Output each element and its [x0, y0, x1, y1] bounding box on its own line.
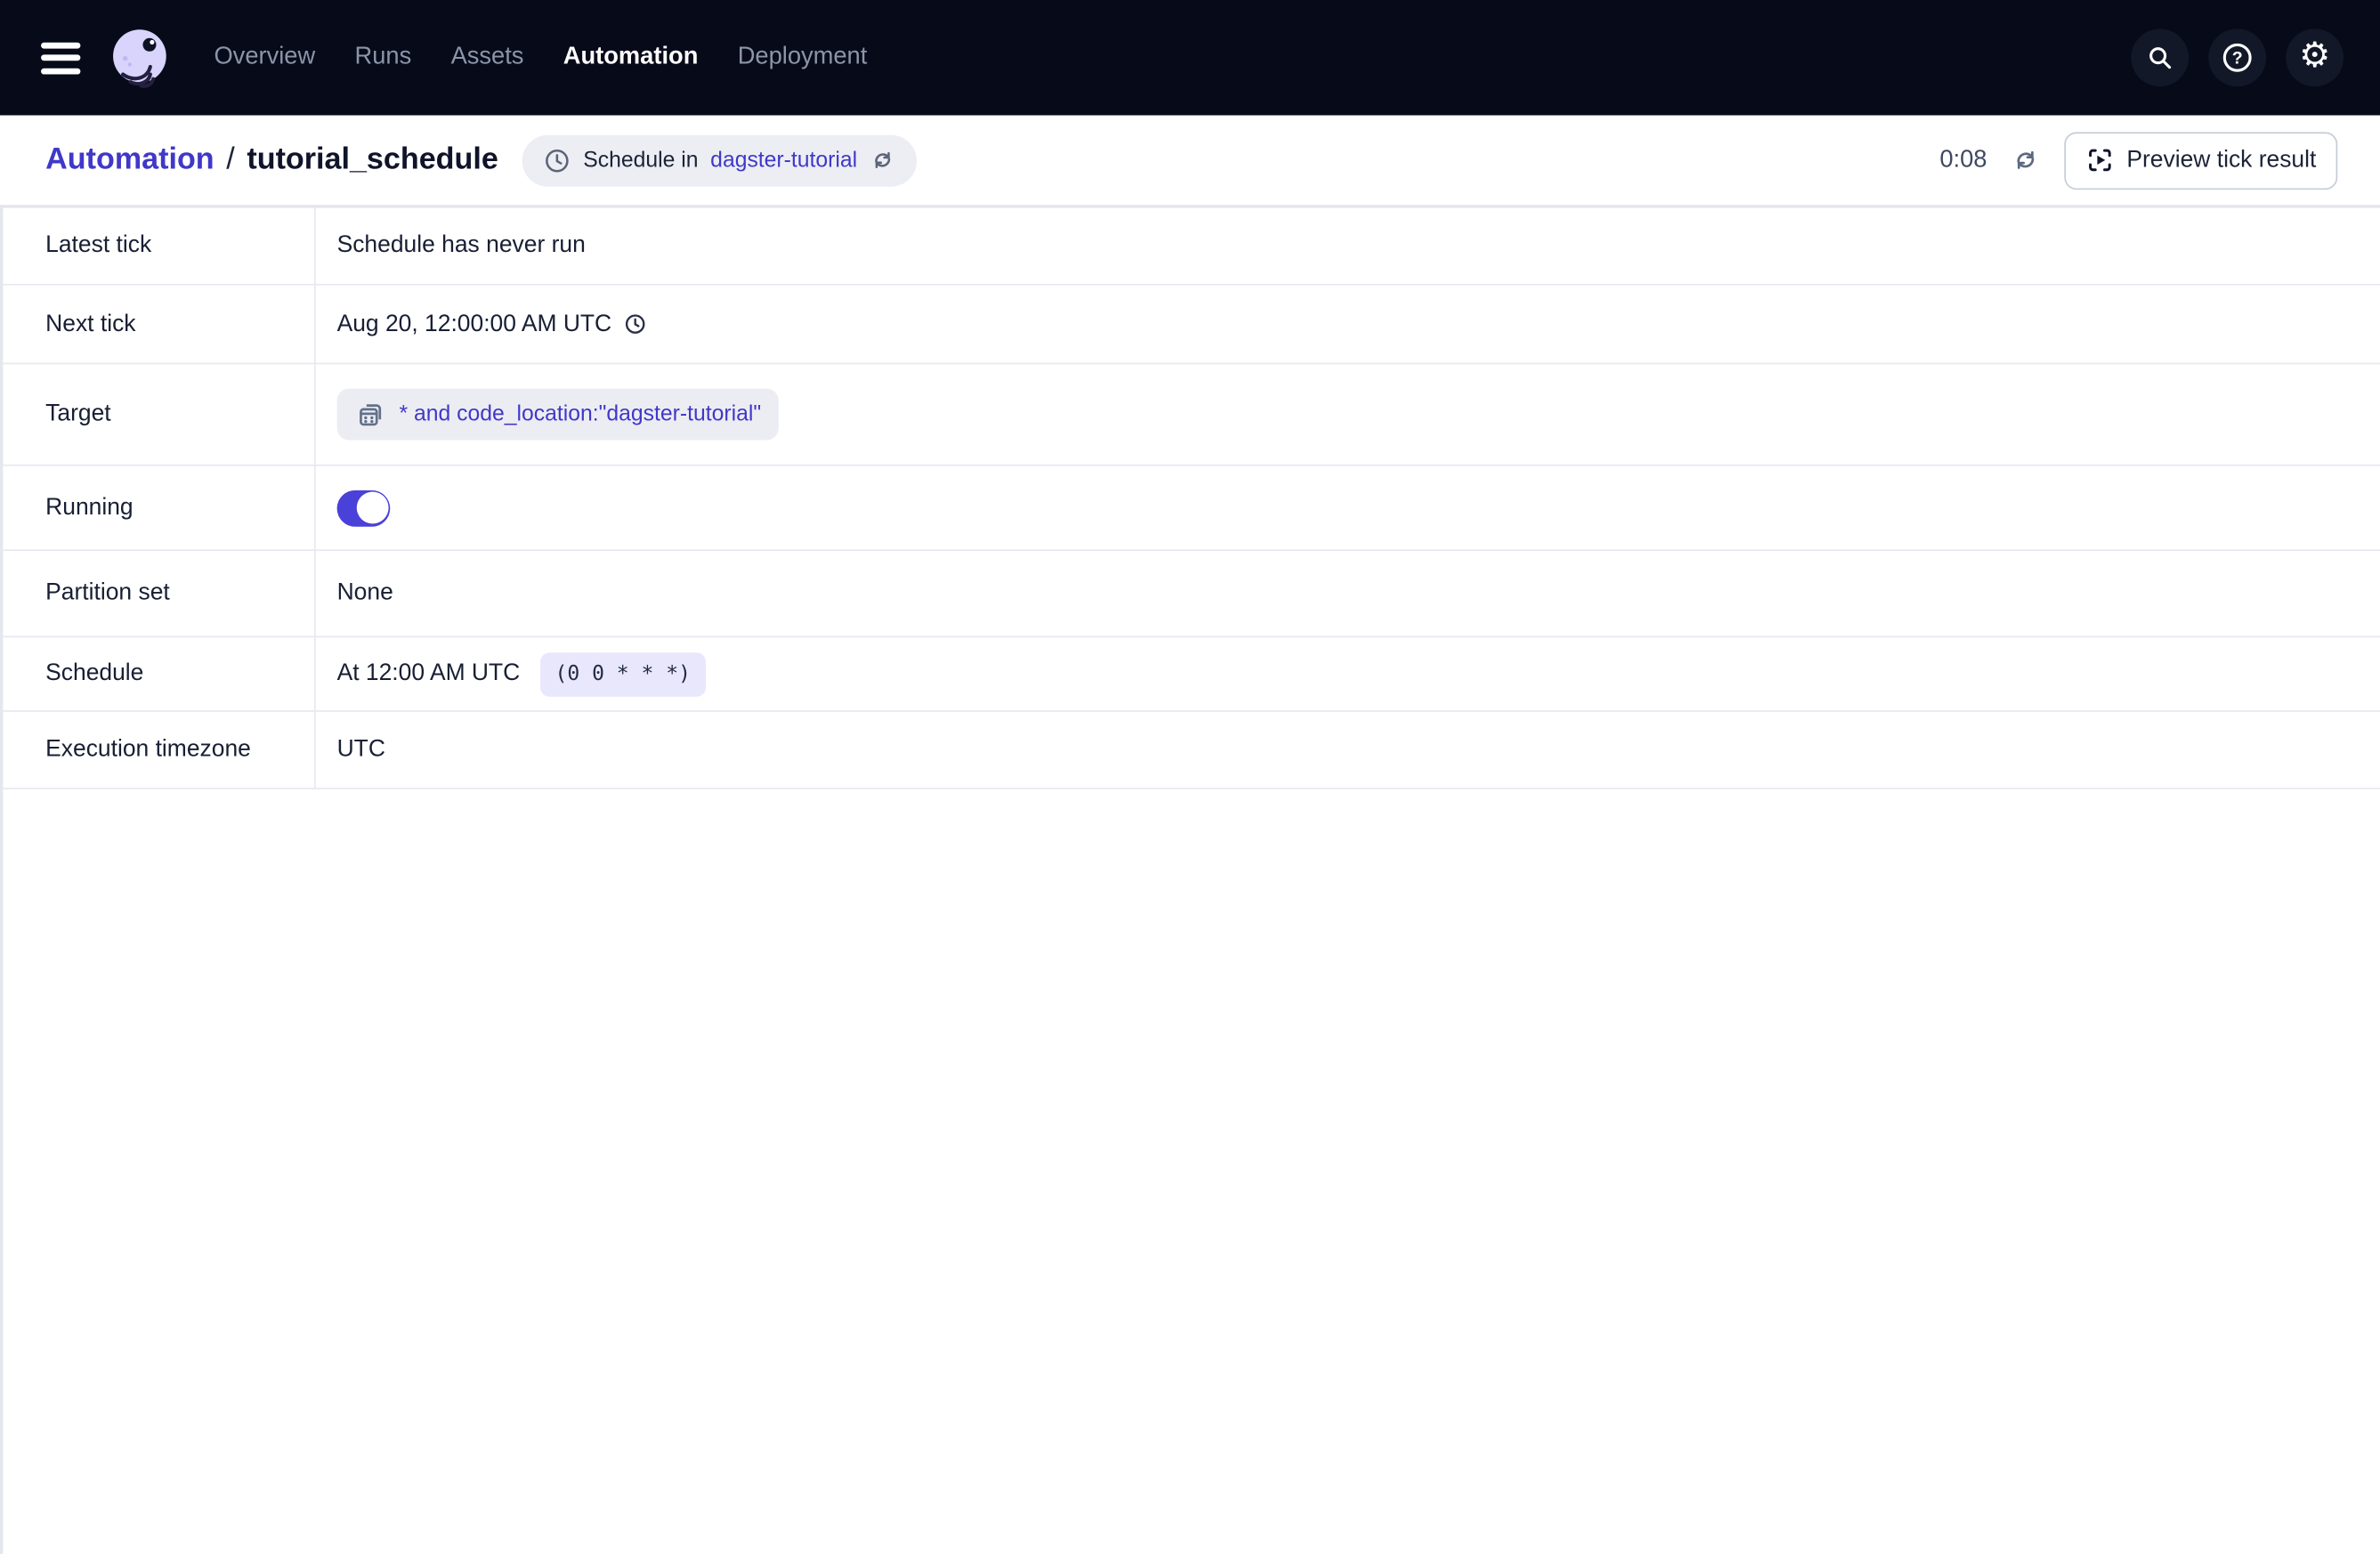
- target-label: Target: [3, 364, 315, 465]
- row-target: Target * and code_location:"dagster-tuto…: [3, 364, 2380, 465]
- cron-expression-badge: (0 0 * * *): [539, 652, 706, 695]
- svg-text:?: ?: [2232, 49, 2243, 69]
- breadcrumb-separator: /: [226, 142, 234, 177]
- asset-selection-icon: [355, 400, 385, 430]
- nav-item-automation[interactable]: Automation: [563, 44, 699, 71]
- next-tick-value: Aug 20, 12:00:00 AM UTC: [337, 311, 612, 338]
- gear-icon: ⚙: [2299, 39, 2330, 74]
- reload-location-icon[interactable]: [870, 147, 895, 173]
- nav-item-runs[interactable]: Runs: [355, 44, 412, 71]
- row-execution-timezone: Execution timezone UTC: [3, 712, 2380, 789]
- row-partition-set: Partition set None: [3, 551, 2380, 637]
- running-label: Running: [3, 466, 315, 550]
- page-header: Automation / tutorial_schedule Schedule …: [0, 116, 2380, 208]
- nav-item-overview[interactable]: Overview: [214, 44, 315, 71]
- nav-item-deployment[interactable]: Deployment: [738, 44, 868, 71]
- next-tick-label: Next tick: [3, 286, 315, 363]
- schedule-description: At 12:00 AM UTC: [337, 660, 521, 688]
- breadcrumb: Automation / tutorial_schedule: [45, 142, 498, 177]
- timestamp-clock-icon: [624, 312, 647, 336]
- row-schedule: Schedule At 12:00 AM UTC (0 0 * * *): [3, 637, 2380, 712]
- hamburger-menu-icon[interactable]: [41, 42, 80, 74]
- asset-selection-text: * and code_location:"dagster-tutorial": [400, 402, 762, 426]
- badge-text: Schedule in: [583, 148, 698, 172]
- running-toggle[interactable]: [337, 490, 391, 526]
- help-icon: ?: [2221, 41, 2255, 75]
- row-latest-tick: Latest tick Schedule has never run: [3, 208, 2380, 286]
- schedule-details: Latest tick Schedule has never run Next …: [0, 208, 2380, 1554]
- row-running: Running: [3, 466, 2380, 552]
- app-root: Overview Runs Assets Automation Deployme…: [0, 0, 2380, 1554]
- page-title: tutorial_schedule: [247, 142, 498, 177]
- refresh-icon: [2012, 146, 2040, 174]
- search-button[interactable]: [2131, 28, 2189, 86]
- partition-set-label: Partition set: [3, 551, 315, 636]
- breadcrumb-automation-link[interactable]: Automation: [45, 142, 214, 177]
- help-button[interactable]: ?: [2208, 28, 2266, 86]
- partition-set-value: None: [316, 551, 2380, 636]
- header-actions: 0:08: [1939, 132, 2337, 190]
- search-icon: [2145, 43, 2175, 73]
- settings-button[interactable]: ⚙: [2286, 28, 2344, 86]
- execution-timezone-value: UTC: [316, 712, 2380, 788]
- preview-icon: [2085, 146, 2114, 174]
- preview-button-label: Preview tick result: [2126, 147, 2316, 174]
- execution-timezone-label: Execution timezone: [3, 712, 315, 788]
- dagster-logo[interactable]: [106, 24, 173, 91]
- refresh-countdown: 0:08: [1939, 147, 1987, 174]
- latest-tick-label: Latest tick: [3, 208, 315, 284]
- code-location-link[interactable]: dagster-tutorial: [710, 148, 857, 172]
- nav-item-assets[interactable]: Assets: [451, 44, 524, 71]
- toggle-knob: [356, 492, 388, 524]
- clock-icon: [544, 147, 571, 174]
- latest-tick-value: Schedule has never run: [316, 208, 2380, 284]
- top-navbar: Overview Runs Assets Automation Deployme…: [0, 0, 2380, 116]
- schedule-context-badge: Schedule in dagster-tutorial: [522, 134, 917, 186]
- schedule-label: Schedule: [3, 637, 315, 710]
- preview-tick-result-button[interactable]: Preview tick result: [2064, 132, 2337, 190]
- primary-nav: Overview Runs Assets Automation Deployme…: [214, 44, 867, 71]
- asset-selection-badge[interactable]: * and code_location:"dagster-tutorial": [337, 389, 780, 441]
- nav-actions: ? ⚙: [2131, 28, 2344, 86]
- row-next-tick: Next tick Aug 20, 12:00:00 AM UTC: [3, 286, 2380, 365]
- refresh-button[interactable]: [2012, 146, 2040, 174]
